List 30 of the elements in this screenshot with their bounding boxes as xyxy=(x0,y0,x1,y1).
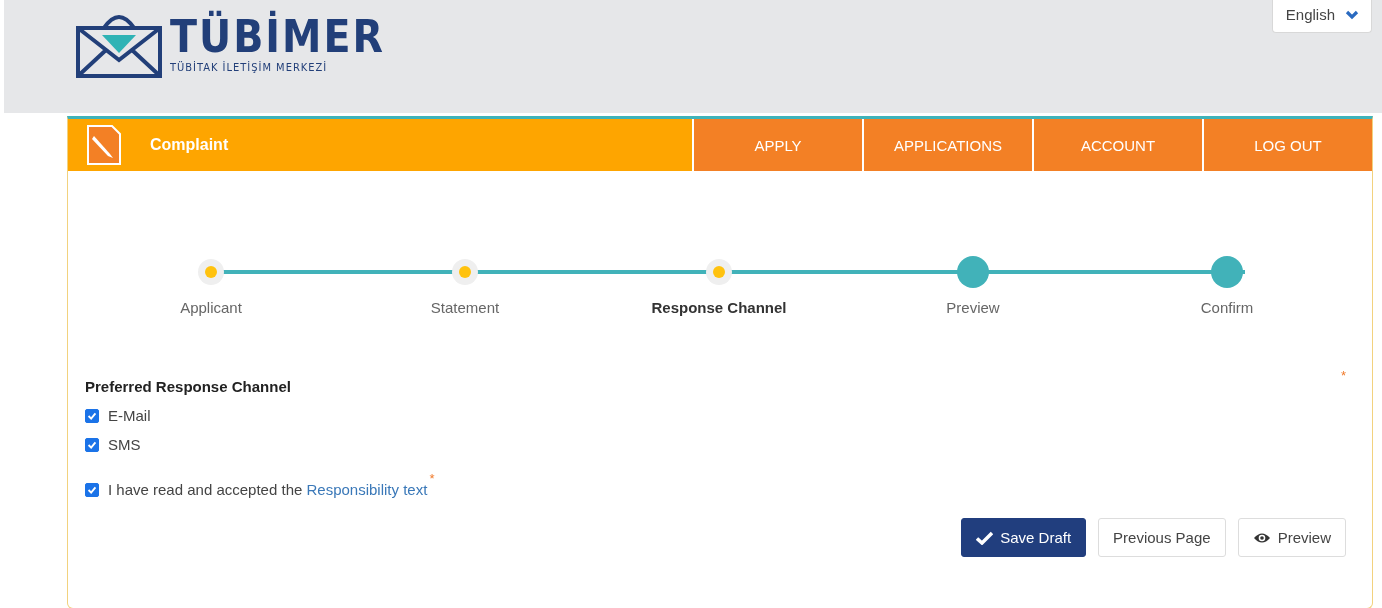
nav-link[interactable]: ACCOUNT xyxy=(1032,119,1202,171)
section-title: Preferred Response Channel xyxy=(85,378,291,395)
brand-name: TÜBİMER xyxy=(170,12,385,61)
checkbox-label: SMS xyxy=(108,436,141,453)
nav-link[interactable]: APPLICATIONS xyxy=(862,119,1032,171)
consent-text: I have read and accepted the Responsibility text xyxy=(108,481,428,498)
checkbox[interactable] xyxy=(85,482,99,497)
step-label: Applicant xyxy=(180,299,242,316)
checkbox[interactable] xyxy=(85,408,99,423)
chevron-down-icon xyxy=(1345,9,1359,20)
required-mark: * xyxy=(1340,368,1346,383)
step-label: Preview xyxy=(946,299,1000,316)
step-label: Confirm xyxy=(1200,299,1254,316)
responsibility-link[interactable]: Responsibility text xyxy=(306,481,428,498)
step-label: Statement xyxy=(430,299,500,316)
nav-link[interactable]: APPLY xyxy=(692,119,862,171)
previous-page-button[interactable]: Previous Page xyxy=(1098,518,1226,557)
language-dropdown[interactable]: English xyxy=(1271,0,1372,33)
step-label: Response Channel xyxy=(651,299,787,316)
check-icon xyxy=(976,530,994,545)
document-pencil-icon xyxy=(86,124,124,166)
required-mark: * xyxy=(429,471,435,486)
eye-icon xyxy=(1252,531,1271,544)
nav-link[interactable]: LOG OUT xyxy=(1202,119,1372,171)
brand-subtitle: TÜBİTAK İLETİŞİM MERKEZİ xyxy=(170,60,329,74)
preview-button[interactable]: Preview xyxy=(1237,518,1346,557)
save-draft-button[interactable]: Save Draft xyxy=(961,518,1087,557)
checkbox-label: E-Mail xyxy=(108,407,151,424)
checkbox[interactable] xyxy=(85,437,99,452)
page-title: Complaint xyxy=(150,136,229,154)
